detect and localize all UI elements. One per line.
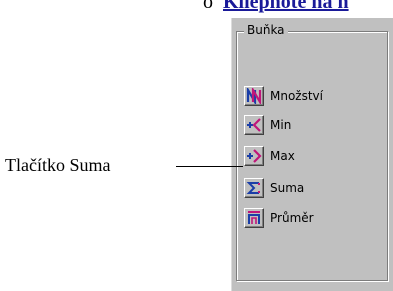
groupbox-title: Buňka bbox=[244, 23, 288, 37]
min-button-row[interactable]: Min bbox=[244, 114, 291, 136]
max-button-row[interactable]: Max bbox=[244, 145, 295, 167]
heading-link[interactable]: Kliepnote na n bbox=[223, 0, 349, 13]
min-label: Min bbox=[270, 118, 292, 132]
average-label: Průměr bbox=[270, 211, 314, 225]
max-label: Max bbox=[270, 149, 295, 163]
sum-label: Suma bbox=[270, 181, 305, 195]
page-heading: o Kliepnote na n bbox=[203, 0, 349, 14]
average-icon bbox=[248, 211, 260, 224]
average-button[interactable] bbox=[244, 208, 264, 228]
sum-icon bbox=[246, 182, 260, 194]
min-icon bbox=[247, 118, 261, 132]
callout-pointer-line bbox=[176, 166, 243, 167]
average-button-row[interactable]: Průměr bbox=[244, 207, 314, 229]
max-button[interactable] bbox=[244, 146, 264, 166]
callout-label: Tlačítko Suma bbox=[5, 155, 111, 175]
heading-bullet: o bbox=[203, 0, 213, 13]
max-icon bbox=[247, 149, 262, 163]
sum-button-row[interactable]: Suma bbox=[244, 177, 304, 199]
count-button-row[interactable]: Množství bbox=[244, 85, 323, 107]
count-icon bbox=[246, 88, 262, 104]
min-button[interactable] bbox=[244, 115, 264, 135]
count-button[interactable] bbox=[244, 86, 264, 106]
count-label: Množství bbox=[270, 89, 323, 103]
sum-button[interactable] bbox=[244, 178, 264, 198]
